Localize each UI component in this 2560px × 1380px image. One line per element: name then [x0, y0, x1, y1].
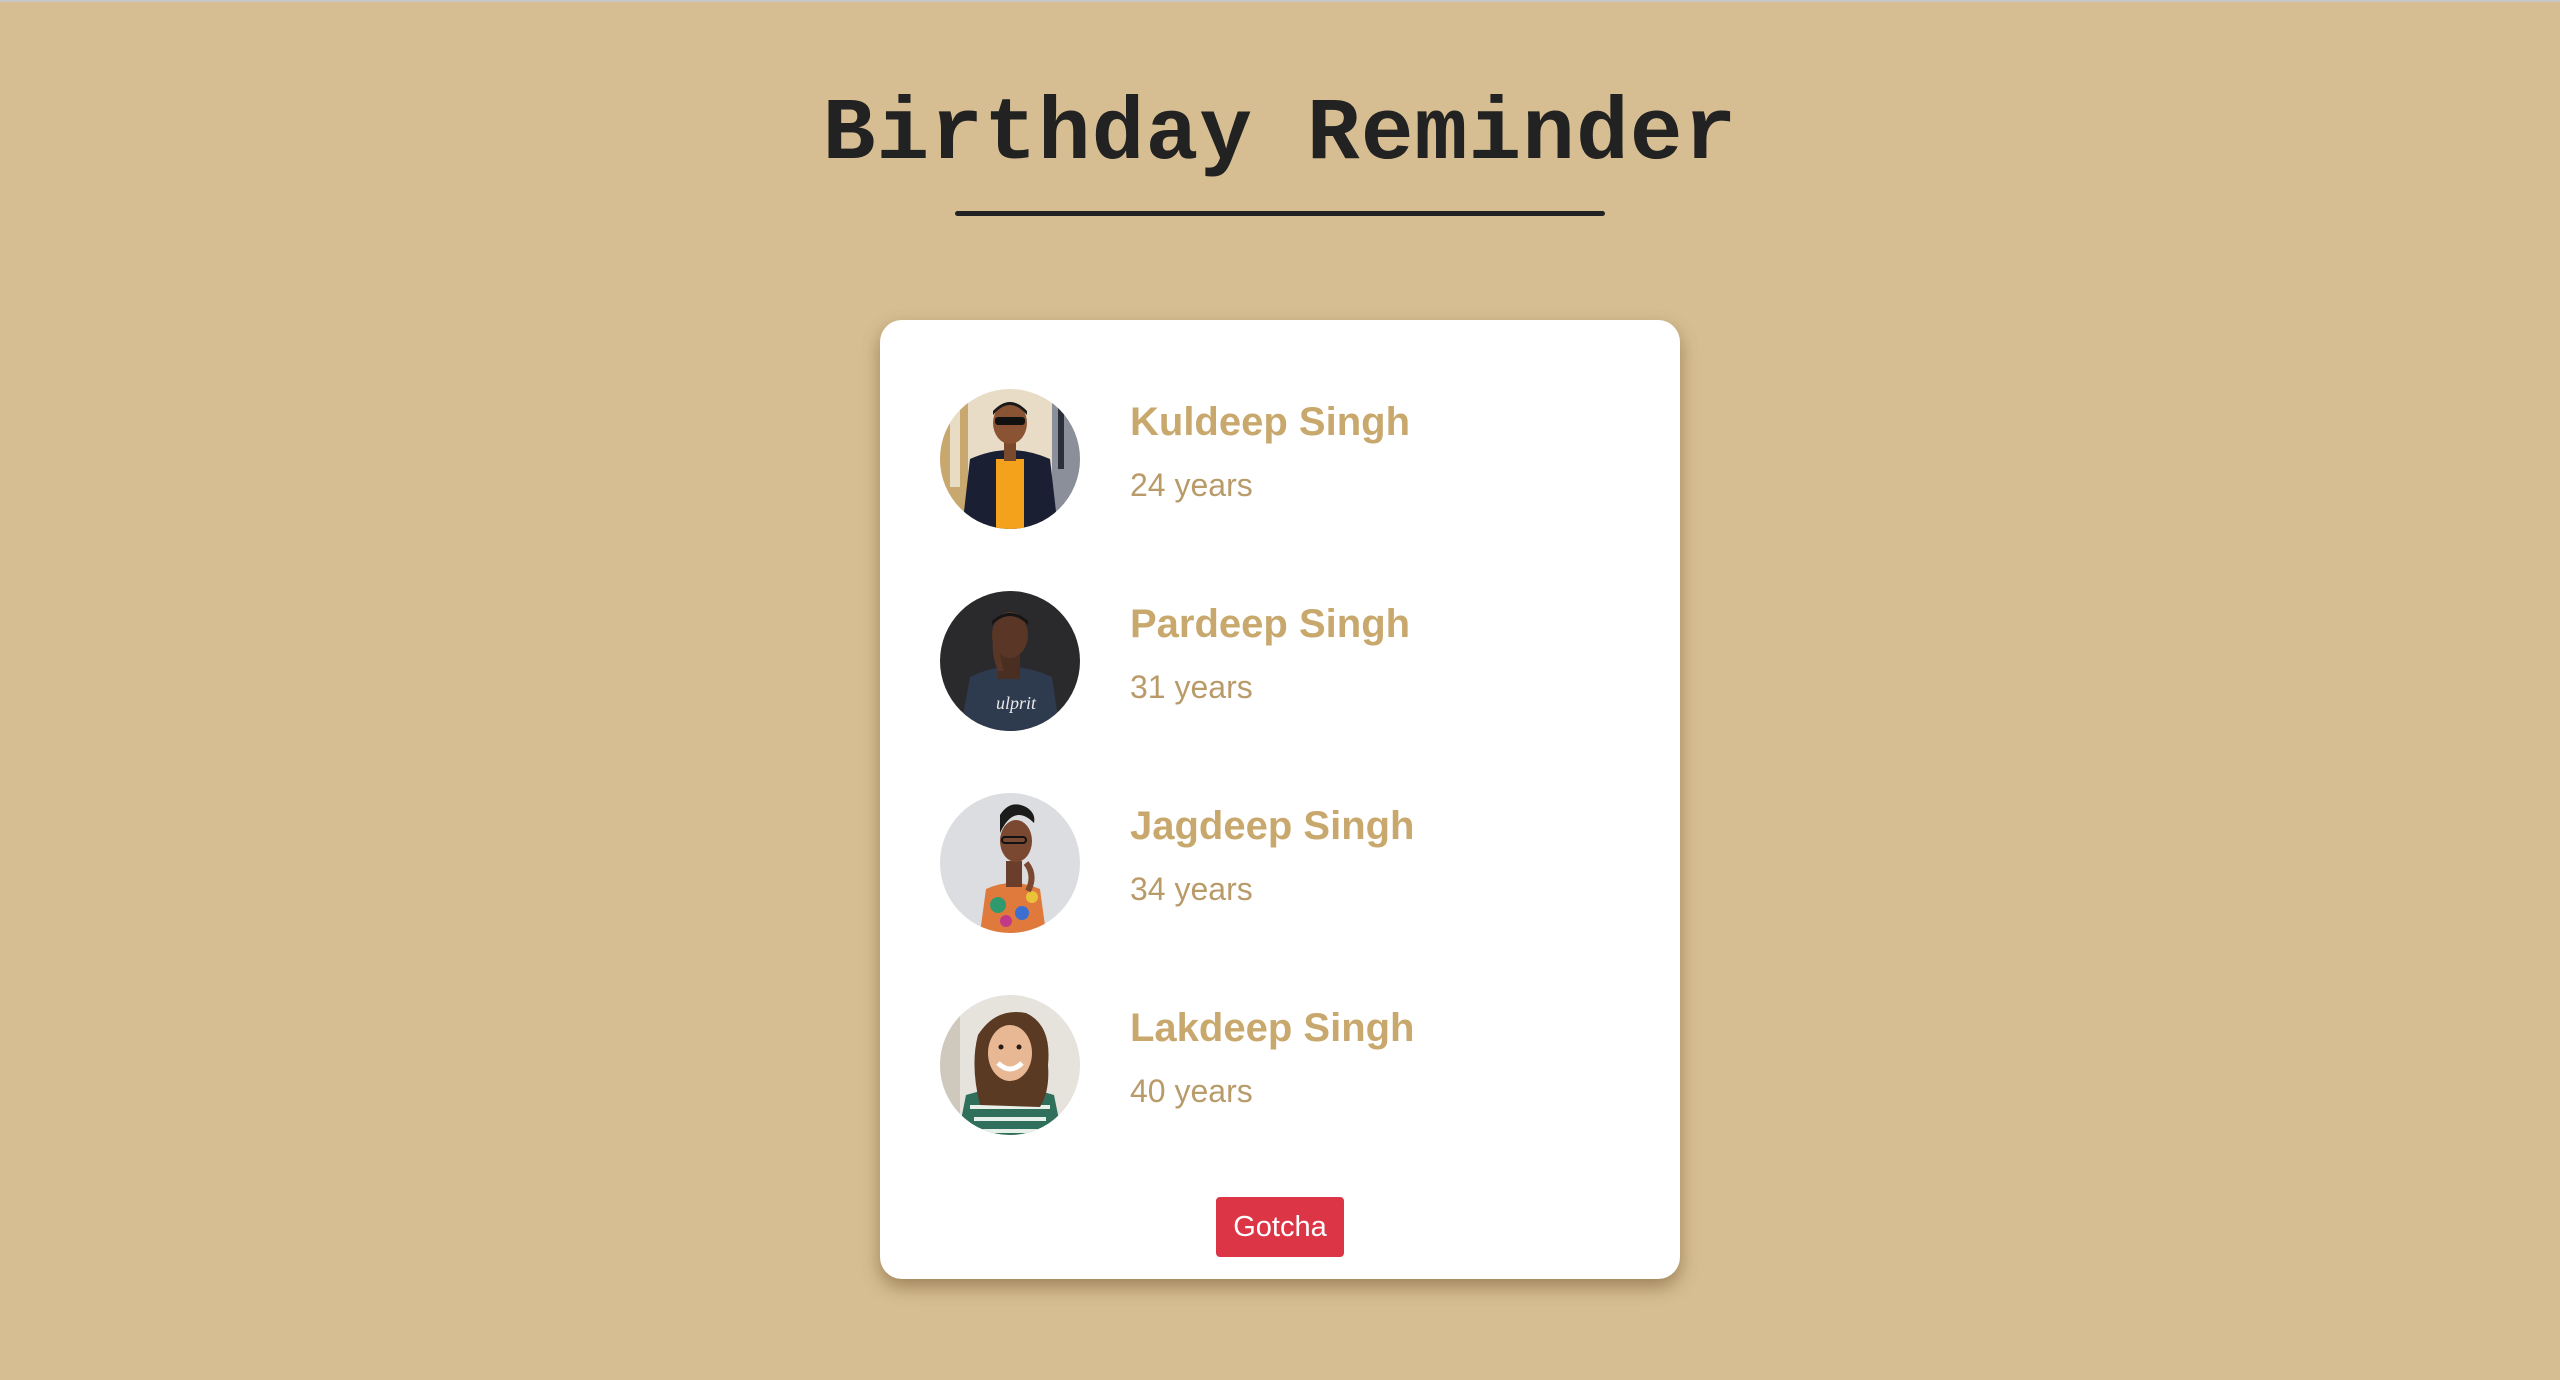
title-underline	[955, 211, 1605, 216]
person-item-kuldeep: Kuldeep Singh 24 years	[940, 389, 1640, 531]
person-name: Lakdeep Singh	[1130, 1006, 1415, 1050]
person-avatar-icon: ulprit	[940, 591, 1080, 731]
person-age: 31 years	[1130, 669, 1253, 705]
person-age: 24 years	[1130, 467, 1253, 503]
person-item-jagdeep: Jagdeep Singh 34 years	[940, 793, 1640, 935]
person-avatar	[940, 995, 1080, 1135]
person-avatar-icon	[940, 389, 1080, 529]
person-age: 40 years	[1130, 1073, 1253, 1109]
person-avatar: ulprit	[940, 591, 1080, 731]
person-avatar-icon	[940, 995, 1080, 1135]
gotcha-button[interactable]: Gotcha	[1216, 1197, 1344, 1257]
person-avatar	[940, 793, 1080, 933]
birthday-card: Kuldeep Singh 24 years ulprit Pardeep Si…	[880, 320, 1680, 1279]
person-avatar	[940, 389, 1080, 529]
person-name: Jagdeep Singh	[1130, 804, 1415, 848]
svg-text:ulprit: ulprit	[996, 693, 1037, 713]
person-avatar-icon	[940, 793, 1080, 933]
person-item-lakdeep: Lakdeep Singh 40 years	[940, 995, 1640, 1137]
person-age: 34 years	[1130, 871, 1253, 907]
person-item-pardeep: ulprit Pardeep Singh 31 years	[940, 591, 1640, 733]
person-name: Pardeep Singh	[1130, 602, 1411, 646]
person-name: Kuldeep Singh	[1130, 400, 1410, 444]
page-title: Birthday Reminder	[822, 86, 1738, 185]
window-top-border	[0, 0, 2560, 2]
